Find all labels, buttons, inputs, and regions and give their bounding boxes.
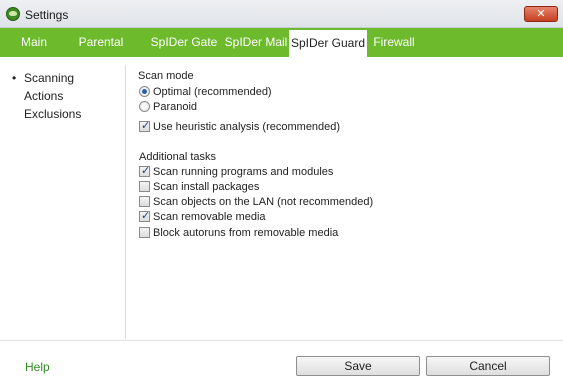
radio-label: Optimal (recommended)	[153, 86, 272, 98]
checkbox-label: Scan objects on the LAN (not recommended…	[153, 196, 374, 208]
sidebar-item-label: Exclusions	[24, 107, 82, 121]
checkbox-label: Scan install packages	[153, 181, 260, 193]
tab-spider-mail[interactable]: SpIDer Mail	[223, 28, 289, 57]
cancel-button[interactable]: Cancel	[426, 356, 550, 376]
checkbox-checked[interactable]: ✓	[139, 119, 151, 132]
tab-bar: Main Parental Control SpIDer Gate SpIDer…	[0, 28, 563, 78]
title-bar: Settings ✕	[0, 0, 563, 28]
tab-spider-gate[interactable]: SpIDer Gate	[146, 28, 222, 57]
save-button[interactable]: Save	[296, 356, 420, 376]
sidebar: • Scanning Actions Exclusions	[0, 57, 126, 340]
checkbox-label: Scan removable media	[153, 211, 266, 223]
tab-parental-control[interactable]: Parental Control	[60, 28, 142, 78]
sidebar-divider	[125, 65, 126, 339]
checkbox-label: Scan running programs and modules	[153, 166, 334, 178]
footer: Help Save Cancel	[0, 341, 563, 380]
check-icon: ✓	[141, 119, 151, 132]
sidebar-item-label: Actions	[24, 89, 64, 103]
checkbox-label: Use heuristic analysis (recommended)	[153, 121, 341, 133]
tab-spider-guard[interactable]: SpIDer Guard	[289, 30, 367, 57]
radio-button-selected[interactable]	[139, 86, 150, 97]
radio-button[interactable]	[139, 101, 150, 112]
tab-firewall[interactable]: Firewall	[370, 28, 418, 57]
checkbox[interactable]	[139, 181, 150, 192]
selected-bullet: •	[12, 71, 17, 85]
checkbox-checked[interactable]: ✓	[139, 164, 151, 177]
check-icon: ✓	[141, 209, 151, 222]
tab-main[interactable]: Main	[10, 28, 58, 57]
close-button[interactable]: ✕	[524, 6, 558, 22]
check-icon: ✓	[141, 164, 151, 177]
app-icon	[6, 7, 20, 21]
window-title: Settings	[25, 8, 69, 22]
checkbox[interactable]	[139, 196, 150, 207]
scan-mode-title: Scan mode	[138, 70, 194, 82]
radio-label: Paranoid	[153, 101, 198, 113]
checkbox-label: Block autoruns from removable media	[153, 227, 339, 239]
checkbox[interactable]	[139, 227, 150, 238]
additional-tasks-title: Additional tasks	[139, 151, 217, 163]
checkbox-checked[interactable]: ✓	[139, 209, 151, 222]
sidebar-item-label: Scanning	[24, 71, 75, 85]
close-icon: ✕	[536, 7, 546, 20]
help-link[interactable]: Help	[25, 360, 50, 374]
